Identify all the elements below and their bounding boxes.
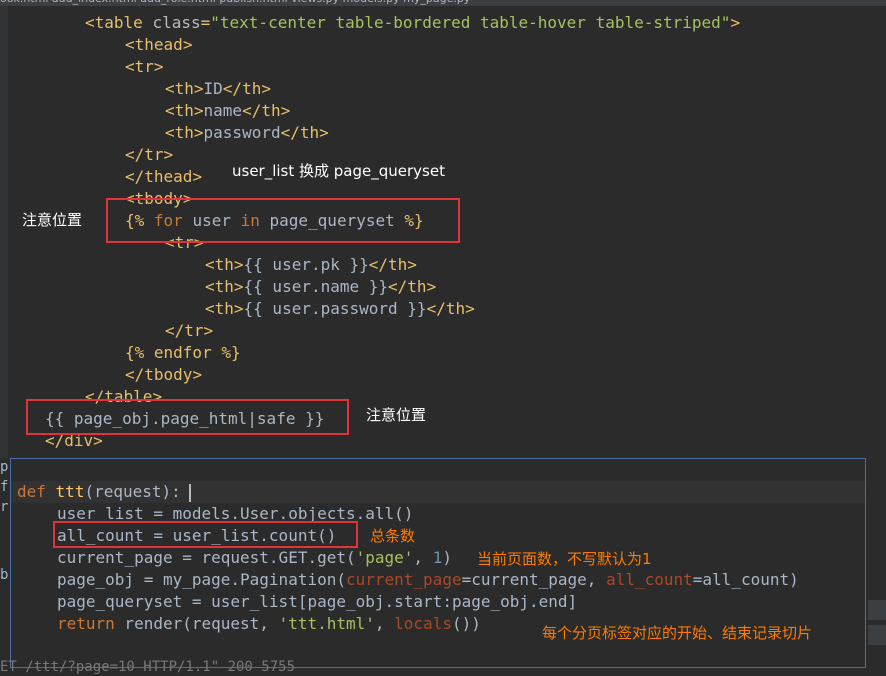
code-line-tr2-close: </tr> xyxy=(165,321,214,340)
code-line-queryset: page_queryset = user_list[page_obj.start… xyxy=(57,592,578,611)
text-cursor xyxy=(189,484,191,502)
code-line-current-page: current_page = request.GET.get('page', 1… xyxy=(57,548,452,567)
code-line-page-obj: page_obj = my_page.Pagination(current_pa… xyxy=(57,570,799,589)
code-line-tbody-close: </tbody> xyxy=(125,365,203,384)
code-line-cell-name: <th>{{ user.name }}</th> xyxy=(205,277,437,296)
bg-fragment: f xyxy=(0,479,9,495)
code-line-thead-open: <thead> xyxy=(125,35,193,54)
bg-fragment: p xyxy=(0,459,9,475)
code-line-thead-close: </thead> xyxy=(125,167,203,186)
code-line-return: return render(request, 'ttt.html', local… xyxy=(57,614,481,633)
bg-fragment: r xyxy=(0,499,9,515)
note-total-count: 总条数 xyxy=(370,527,416,545)
code-line-th-id: <th>ID</th> xyxy=(165,79,271,98)
note-attention-left: 注意位置 xyxy=(22,211,83,229)
highlight-page-html xyxy=(26,399,349,435)
code-line-table-open: <table class="text-center table-bordered… xyxy=(85,13,741,32)
highlight-all-count xyxy=(53,521,358,548)
bg-fragment: b xyxy=(0,567,9,583)
code-line-cell-password: <th>{{ user.password }}</th> xyxy=(205,299,475,318)
note-replace: user_list 换成 page_queryset xyxy=(232,162,445,180)
side-panel-fragment xyxy=(868,625,886,645)
code-line-endfor: {% endfor %} xyxy=(125,343,241,362)
highlight-for-loop xyxy=(106,198,460,243)
code-line-tr-open: <tr> xyxy=(125,57,164,76)
code-line-th-password: <th>password</th> xyxy=(165,123,329,142)
code-line-def: def ttt(request): xyxy=(17,482,181,501)
note-slice: 每个分页标签对应的开始、结束记录切片 xyxy=(542,624,813,642)
code-line-th-name: <th>name</th> xyxy=(165,101,291,120)
tab-fragments[interactable]: ook.html add_index.html add_role.html pu… xyxy=(0,0,470,5)
note-attention-right: 注意位置 xyxy=(366,406,427,424)
note-current-page: 当前页面数，不写默认为1 xyxy=(477,550,652,568)
code-line-cell-pk: <th>{{ user.pk }}</th> xyxy=(205,255,417,274)
line-gutter xyxy=(0,6,8,458)
side-panel-fragment xyxy=(868,600,886,620)
console-log-line: ET /ttt/?page=10 HTTP/1.1" 200 5755 xyxy=(0,659,296,675)
code-line-tr-close: </tr> xyxy=(125,145,174,164)
